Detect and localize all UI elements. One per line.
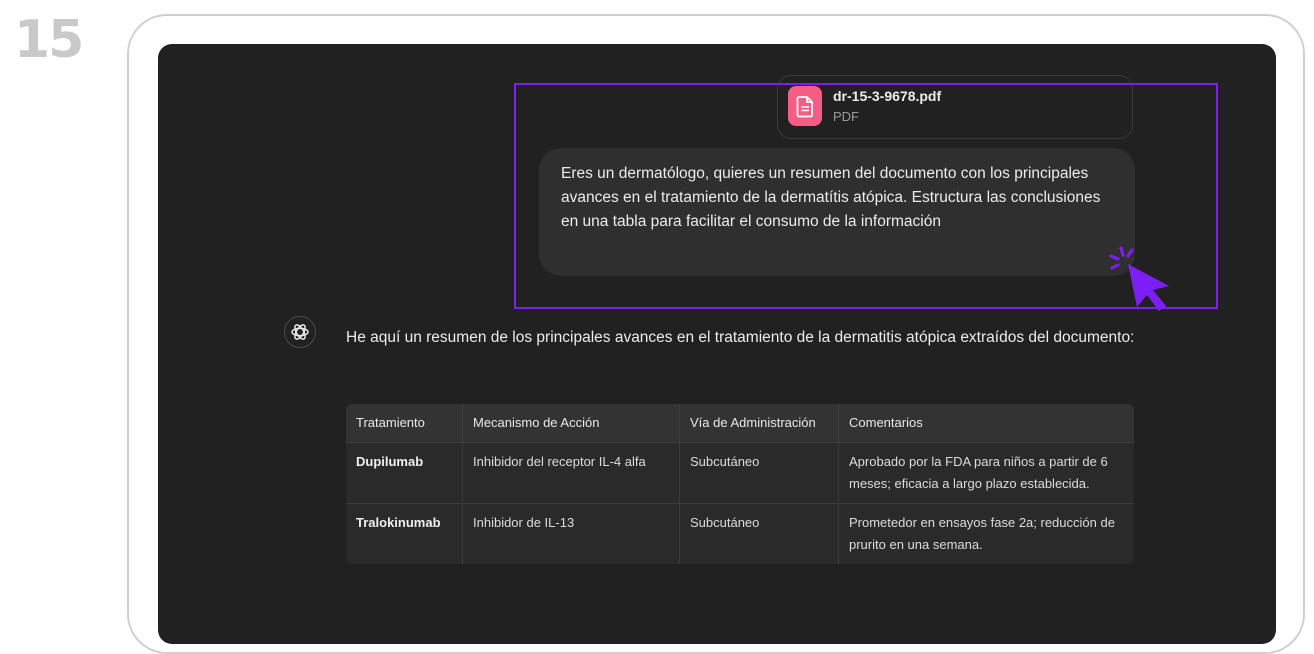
table-cell: Inhibidor del receptor IL-4 alfa xyxy=(462,442,680,504)
table-cell: Tralokinumab xyxy=(346,503,463,564)
assistant-intro: He aquí un resumen de los principales av… xyxy=(346,329,1135,346)
table-row: Dupilumab Inhibidor del receptor IL-4 al… xyxy=(346,442,1134,504)
click-cursor-icon xyxy=(1109,246,1169,311)
table-cell: Prometedor en ensayos fase 2a; reducción… xyxy=(838,503,1134,564)
chat-screen: dr-15-3-9678.pdf PDF Eres un dermatólogo… xyxy=(158,44,1276,644)
table-cell: Inhibidor de IL-13 xyxy=(462,503,680,564)
table-row: Tralokinumab Inhibidor de IL-13 Subcután… xyxy=(346,503,1134,564)
table-cell: Aprobado por la FDA para niños a partir … xyxy=(838,442,1134,504)
table-cell: Subcutáneo xyxy=(679,503,839,564)
header-cell: Comentarios xyxy=(838,404,1134,443)
assistant-avatar xyxy=(284,316,316,348)
step-number: 15 xyxy=(14,10,84,70)
header-cell: Vía de Administración xyxy=(679,404,839,443)
table-cell: Subcutáneo xyxy=(679,442,839,504)
header-cell: Mecanismo de Acción xyxy=(462,404,680,443)
table-header-row: Tratamiento Mecanismo de Acción Vía de A… xyxy=(346,404,1134,443)
table-cell: Dupilumab xyxy=(346,442,463,504)
header-cell: Tratamiento xyxy=(346,404,463,443)
openai-logo-icon xyxy=(291,324,309,340)
summary-table: Tratamiento Mecanismo de Acción Vía de A… xyxy=(346,404,1134,564)
